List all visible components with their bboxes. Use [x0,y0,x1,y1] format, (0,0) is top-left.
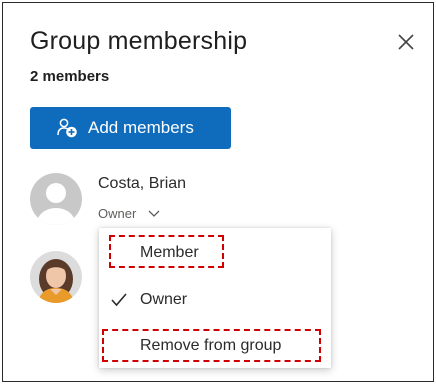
panel-title: Group membership [30,27,248,55]
add-members-button[interactable]: Add members [30,107,231,149]
menu-item-label: Owner [140,291,188,308]
profile-photo [30,251,82,303]
menu-item-remove-from-group[interactable]: Remove from group [99,330,331,362]
avatar [30,173,82,225]
add-members-label: Add members [88,118,194,137]
checkmark-icon [111,293,127,312]
avatar-photo [30,251,82,303]
close-button[interactable] [395,31,417,53]
people-add-icon [56,117,78,139]
menu-item-member[interactable]: Member [99,237,331,269]
menu-item-label: Remove from group [140,337,282,354]
menu-item-owner[interactable]: Owner [99,284,331,316]
group-membership-panel: Group membership 2 members Add members C… [2,2,434,382]
menu-item-label: Member [140,244,199,261]
chevron-down-icon [148,210,160,218]
role-value: Owner [98,206,137,221]
role-menu: Member Owner Remove from group [99,228,331,368]
role-dropdown[interactable]: Owner [98,206,160,221]
member-count: 2 members [30,68,110,85]
person-placeholder-icon [37,183,75,225]
close-icon [398,34,414,50]
member-name: Costa, Brian [98,175,187,192]
